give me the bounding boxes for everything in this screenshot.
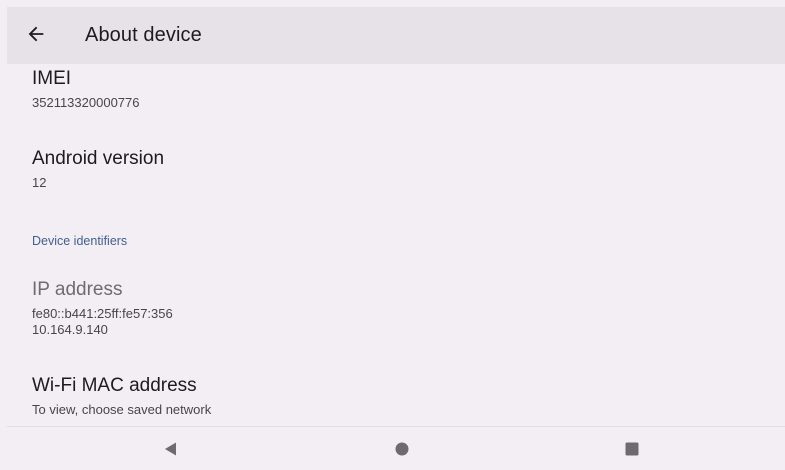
category-header: Device identifiers — [32, 234, 128, 248]
settings-screen: About device IMEI 352113320000776 Androi… — [0, 0, 785, 470]
ip-address-ipv4: 10.164.9.140 — [32, 322, 108, 337]
imei-title: IMEI — [32, 68, 72, 89]
wifi-mac-title: Wi-Fi MAC address — [32, 375, 197, 396]
ip-address-title: IP address — [32, 279, 123, 300]
wifi-mac-summary: To view, choose saved network — [32, 402, 212, 417]
circle-home-icon — [395, 442, 409, 456]
system-navigation-bar — [7, 426, 785, 470]
wifi-mac-item[interactable]: Wi-Fi MAC address To view, choose saved … — [7, 372, 785, 426]
app-bar: About device — [7, 7, 785, 64]
android-version-title: Android version — [32, 148, 165, 169]
square-recents-icon — [625, 442, 639, 456]
back-button[interactable] — [21, 19, 51, 49]
android-version-item[interactable]: Android version 12 — [7, 144, 785, 204]
nav-recents-button[interactable] — [620, 437, 644, 461]
nav-home-button[interactable] — [390, 437, 414, 461]
triangle-back-icon — [165, 442, 176, 456]
android-version-summary: 12 — [32, 175, 47, 190]
ip-address-item[interactable]: IP address fe80::b441:25ff:fe57:356 10.1… — [7, 276, 785, 346]
settings-list: IMEI 352113320000776 Android version 12 … — [7, 64, 785, 426]
imei-summary: 352113320000776 — [32, 95, 140, 110]
ip-address-ipv6: fe80::b441:25ff:fe57:356 — [32, 306, 173, 321]
page-title: About device — [85, 24, 202, 46]
arrow-back-icon — [28, 26, 44, 42]
imei-item[interactable]: IMEI 352113320000776 — [7, 64, 785, 122]
nav-back-button[interactable] — [159, 437, 183, 461]
